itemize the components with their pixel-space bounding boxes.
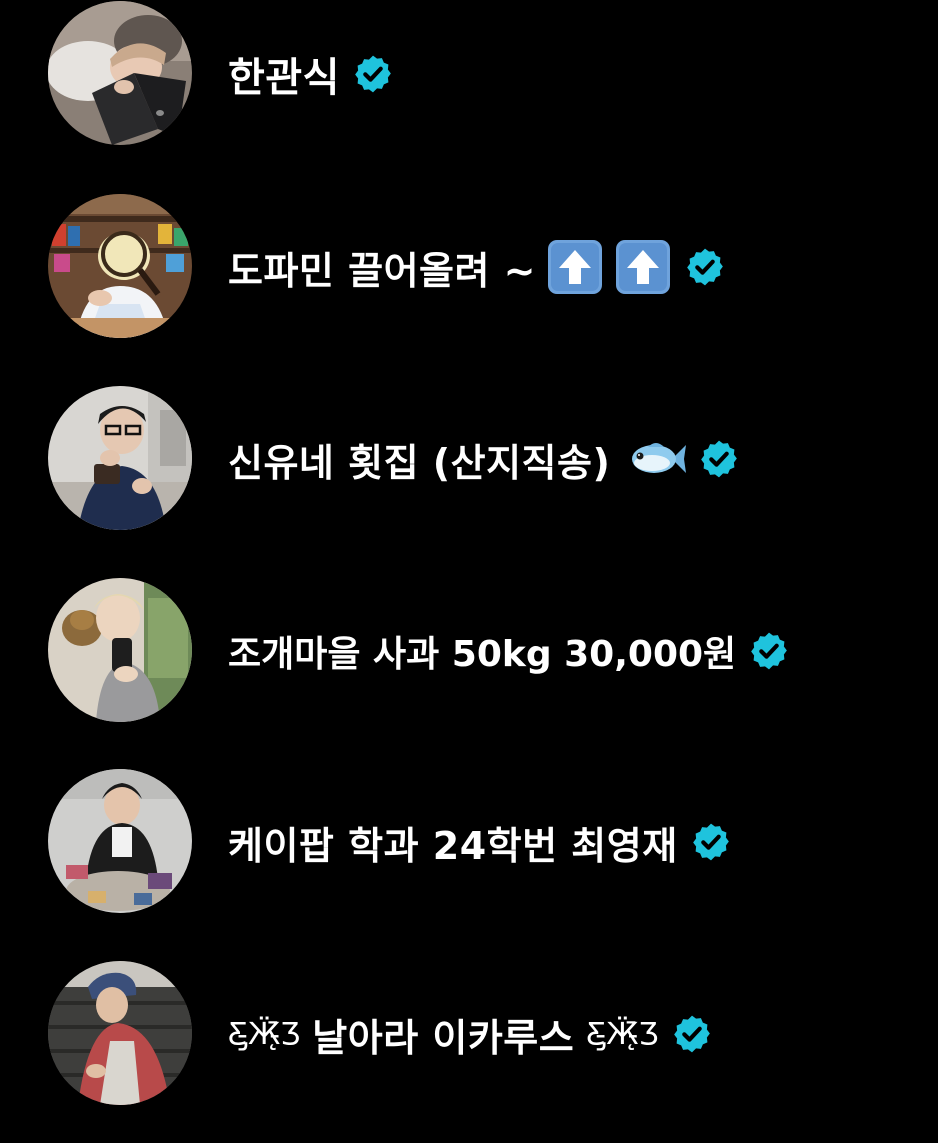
name-line: Ƹ̵̡Ӝ̵̨̄Ʒ 날아라 이카루스 Ƹ̵̡Ӝ̵̨̄Ʒ: [228, 961, 713, 1107]
account-name[interactable]: 케이팝 학과 24학번 최영재: [228, 815, 678, 870]
account-row[interactable]: 신유네 횟집 (산지직송): [0, 386, 938, 532]
account-name[interactable]: 조개마을 사과 50kg 30,000원: [228, 625, 736, 677]
verified-badge-icon: [687, 248, 723, 286]
up-arrow-emoji: [548, 240, 603, 294]
account-row[interactable]: Ƹ̵̡Ӝ̵̨̄Ʒ 날아라 이카루스 Ƹ̵̡Ӝ̵̨̄Ʒ: [0, 961, 938, 1107]
name-line: 신유네 횟집 (산지직송): [228, 386, 740, 532]
account-row[interactable]: 도파민 끌어올려 ~: [0, 194, 938, 340]
account-list: 한관식 도파민 끌어올려 ~ 신유네 횟집 (산지직송) 조개마을 사과 50k…: [0, 0, 938, 1143]
avatar[interactable]: [48, 194, 192, 338]
account-name[interactable]: 한관식: [228, 45, 340, 103]
account-name[interactable]: 도파민 끌어올려 ~: [228, 240, 536, 295]
butterfly-decoration-right: Ƹ̵̡Ӝ̵̨̄Ʒ: [586, 1016, 659, 1052]
account-row[interactable]: 케이팝 학과 24학번 최영재: [0, 769, 938, 915]
name-line: 조개마을 사과 50kg 30,000원: [228, 578, 790, 724]
verified-badge-icon: [751, 632, 788, 670]
verified-badge-icon: [701, 440, 738, 478]
up-arrow-emoji: [616, 240, 671, 294]
avatar[interactable]: [48, 961, 192, 1105]
account-name[interactable]: 신유네 횟집 (산지직송): [228, 432, 610, 487]
avatar[interactable]: [48, 386, 192, 530]
verified-badge-icon: [355, 55, 391, 93]
verified-badge-icon: [673, 1015, 710, 1053]
avatar[interactable]: [48, 578, 192, 722]
name-line: 도파민 끌어올려 ~: [228, 194, 726, 340]
avatar[interactable]: [48, 769, 192, 913]
account-row[interactable]: 한관식: [0, 1, 938, 147]
name-line: 한관식: [228, 1, 394, 147]
name-line: 케이팝 학과 24학번 최영재: [228, 769, 732, 915]
butterfly-decoration-left: Ƹ̵̡Ӝ̵̨̄Ʒ: [228, 1016, 301, 1052]
verified-badge-icon: [692, 823, 729, 861]
account-name[interactable]: 날아라 이카루스: [312, 1007, 574, 1062]
fish-emoji: [632, 443, 687, 473]
account-row[interactable]: 조개마을 사과 50kg 30,000원: [0, 578, 938, 724]
avatar[interactable]: [48, 1, 192, 145]
